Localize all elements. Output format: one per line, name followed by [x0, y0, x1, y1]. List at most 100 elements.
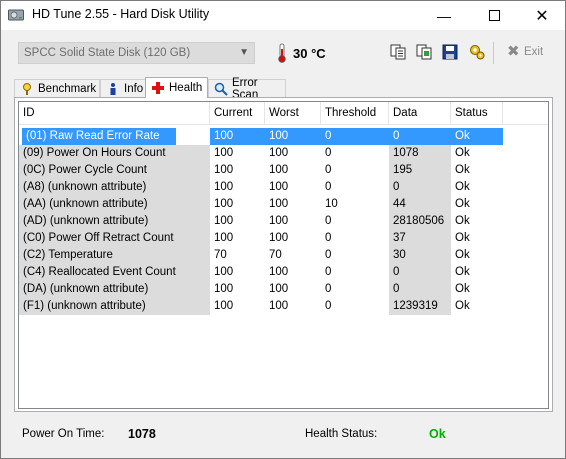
column-header-status[interactable]: Status [451, 102, 503, 124]
cell-worst: 100 [269, 232, 289, 244]
cell-worst: 100 [269, 266, 289, 278]
cell-id: (AA) (unknown attribute) [19, 196, 210, 213]
hard-disk-app-icon [8, 9, 24, 21]
table-row[interactable]: (DA) (unknown attribute) 100 100 0 0 Ok [19, 281, 548, 298]
tab-info-label: Info [124, 82, 144, 95]
cell-worst: 70 [269, 249, 282, 261]
cell-status: Ok [451, 128, 503, 145]
cell-id: (A8) (unknown attribute) [19, 179, 210, 196]
title-bar: HD Tune 2.55 - Hard Disk Utility — ✕ [1, 1, 565, 30]
health-icon [151, 81, 165, 95]
table-row[interactable]: (AD) (unknown attribute) 100 100 0 28180506 O… [19, 213, 548, 230]
cell-current: 100 [210, 128, 265, 145]
cell-id: (F1) (unknown attribute) [19, 298, 210, 315]
window-title: HD Tune 2.55 - Hard Disk Utility [32, 7, 210, 21]
cell-current: 100 [214, 198, 234, 210]
tab-health-label: Health [169, 82, 203, 94]
power-on-time-value: 1078 [128, 427, 156, 441]
minimize-icon: — [437, 7, 451, 24]
cell-current: 100 [214, 283, 234, 295]
cell-status: Ok [455, 283, 470, 295]
cell-current: 100 [214, 232, 234, 244]
cell-threshold: 0 [321, 128, 389, 145]
cell-status: Ok [455, 198, 470, 210]
health-status-value: Ok [429, 427, 446, 441]
cell-data: 1239319 [389, 298, 451, 315]
cell-status: Ok [455, 266, 470, 278]
cell-data: 30 [389, 247, 451, 264]
cell-current: 100 [214, 164, 234, 176]
tab-health[interactable]: Health [145, 77, 208, 98]
tab-benchmark-label: Benchmark [38, 82, 97, 95]
cell-status: Ok [455, 181, 470, 193]
toolbar: SPCC Solid State Disk (120 GB) ▼ 30 °C ✖… [1, 30, 565, 72]
tab-error-scan[interactable]: Error Scan [208, 77, 286, 101]
chevron-down-icon: ▼ [239, 47, 249, 58]
copy-screenshot-icon[interactable] [415, 43, 433, 61]
table-row[interactable]: (AA) (unknown attribute) 100 100 10 44 Ok [19, 196, 548, 213]
cell-current: 70 [214, 249, 227, 261]
cell-threshold: 0 [325, 215, 332, 227]
column-header-data[interactable]: Data [389, 102, 451, 124]
cell-worst: 100 [269, 283, 289, 295]
table-row[interactable]: (C2) Temperature 70 70 0 30 Ok [19, 247, 548, 264]
cell-data: 37 [389, 230, 451, 247]
cell-worst: 100 [269, 147, 289, 159]
exit-icon[interactable]: ✖ [507, 43, 520, 61]
column-header-id[interactable]: ID [19, 102, 210, 124]
cell-worst: 100 [269, 215, 289, 227]
maximize-button[interactable] [471, 1, 517, 30]
table-row[interactable]: (C4) Reallocated Event Count 100 100 0 0 Ok [19, 264, 548, 281]
table-row[interactable]: (C0) Power Off Retract Count 100 100 0 37 Ok [19, 230, 548, 247]
column-header-threshold[interactable]: Threshold [321, 102, 389, 124]
cell-worst: 100 [265, 128, 321, 145]
cell-data: 44 [389, 196, 451, 213]
cell-id: (C4) Reallocated Event Count [19, 264, 210, 281]
cell-data: 28180506 [389, 213, 451, 230]
cell-threshold: 10 [325, 198, 338, 210]
save-icon[interactable] [441, 43, 459, 61]
tab-benchmark[interactable]: Benchmark [14, 79, 100, 97]
cell-data: 0 [389, 264, 451, 281]
cell-data: 0 [389, 128, 451, 145]
cell-id: (09) Power On Hours Count [19, 145, 210, 162]
cell-status: Ok [455, 147, 470, 159]
maximize-icon [488, 10, 500, 21]
cell-status: Ok [455, 232, 470, 244]
column-header-worst[interactable]: Worst [265, 102, 321, 124]
minimize-button[interactable]: — [421, 1, 467, 30]
cell-current: 100 [214, 215, 234, 227]
table-row[interactable]: (09) Power On Hours Count 100 100 0 1078 Ok [19, 145, 548, 162]
cell-threshold: 0 [325, 266, 332, 278]
cell-id: (01) Raw Read Error Rate [21, 127, 177, 146]
cell-data: 195 [389, 162, 451, 179]
smart-table[interactable]: ID Current Worst Threshold Data Status (… [18, 101, 549, 409]
table-row[interactable]: (F1) (unknown attribute) 100 100 0 1239319 Ok [19, 298, 548, 315]
error-scan-icon [214, 82, 228, 96]
info-icon [106, 82, 120, 96]
table-header: ID Current Worst Threshold Data Status [19, 102, 548, 125]
close-button[interactable]: ✕ [519, 1, 565, 30]
drive-select-value: SPCC Solid State Disk (120 GB) [24, 47, 191, 59]
tab-info[interactable]: Info [100, 79, 146, 97]
app-window: HD Tune 2.55 - Hard Disk Utility — ✕ SPC… [0, 0, 566, 459]
cell-current: 100 [214, 266, 234, 278]
table-row[interactable]: (A8) (unknown attribute) 100 100 0 0 Ok [19, 179, 548, 196]
exit-button[interactable]: Exit [524, 46, 543, 58]
column-header-current[interactable]: Current [210, 102, 265, 124]
benchmark-icon [20, 82, 34, 96]
table-row[interactable]: (0C) Power Cycle Count 100 100 0 195 Ok [19, 162, 548, 179]
temperature-value: 30 °C [293, 46, 326, 61]
drive-select[interactable]: SPCC Solid State Disk (120 GB) ▼ [18, 42, 255, 64]
cell-status: Ok [455, 249, 470, 261]
cell-worst: 100 [269, 300, 289, 312]
cell-threshold: 0 [325, 283, 332, 295]
cell-current: 100 [214, 181, 234, 193]
table-row[interactable]: (01) Raw Read Error Rate 100 100 0 0 Ok [19, 127, 548, 146]
cell-current: 100 [214, 147, 234, 159]
health-status-label: Health Status: [305, 428, 378, 440]
options-icon[interactable] [468, 43, 486, 61]
cell-status: Ok [455, 300, 470, 312]
copy-info-icon[interactable] [389, 43, 407, 61]
cell-data: 1078 [389, 145, 451, 162]
